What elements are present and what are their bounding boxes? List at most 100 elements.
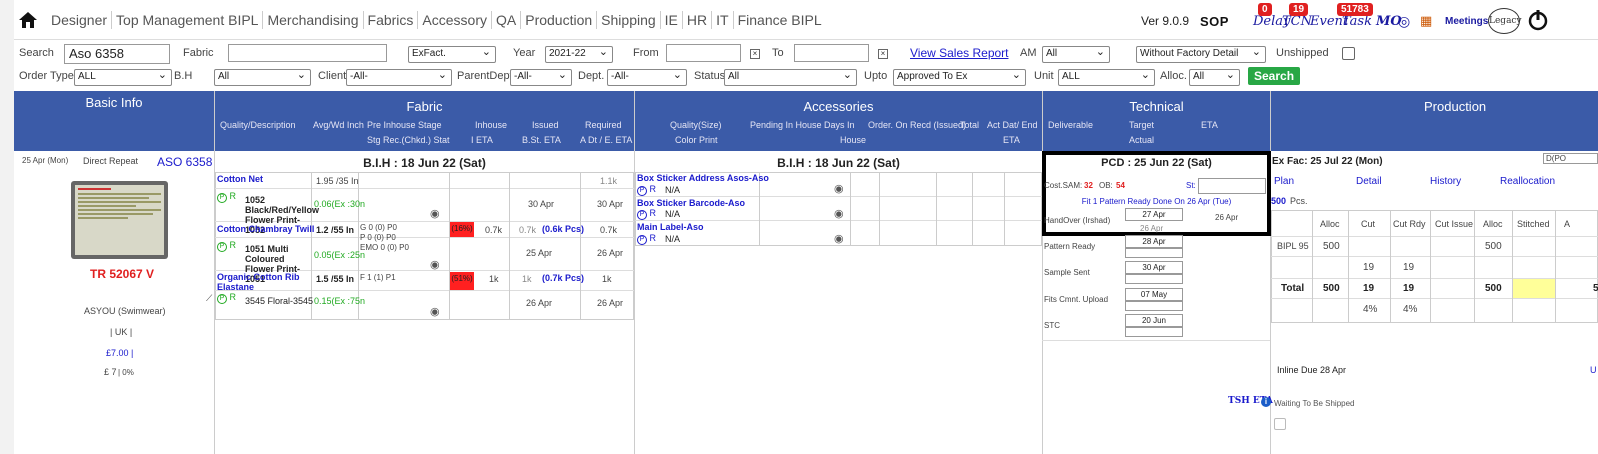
reallocation-link[interactable]: Reallocation [1500, 176, 1555, 187]
accessory-value: N/A [665, 234, 681, 244]
fabric-consumption: 0.05(Ex :25n [314, 250, 366, 260]
bh-label: B.H [174, 70, 193, 82]
tech-actual-input[interactable] [1125, 274, 1183, 284]
globe-icon[interactable]: ◎ [1398, 14, 1410, 30]
plan-link[interactable]: Plan [1274, 176, 1294, 187]
fabric-sub: Stg Rec.(Chkd.) Stat [367, 135, 450, 145]
nav-item-designer[interactable]: Designer [47, 11, 113, 29]
unit-label: Unit [1034, 70, 1054, 82]
style-thumbnail[interactable] [71, 181, 168, 259]
parent-dept-select[interactable]: -All- [510, 68, 572, 86]
tech-actual-input[interactable] [1125, 248, 1183, 258]
fabric-issued-eta: 30 Apr [528, 199, 555, 209]
fabric-name[interactable]: Cotton Chambray Twill [217, 224, 314, 234]
fabric-input[interactable] [228, 44, 387, 62]
legacy-button[interactable]: Legacy [1488, 8, 1522, 34]
nav-item-ie[interactable]: IE [661, 11, 683, 29]
task-link[interactable]: Task [1342, 14, 1372, 29]
tech-actual-input[interactable] [1125, 327, 1183, 337]
ob-label: OB: [1099, 181, 1113, 190]
factory-detail-select[interactable]: Without Factory Detail [1136, 45, 1266, 63]
tr-number: TR 52067 V [90, 267, 155, 281]
nav-item-finance[interactable]: Finance BIPL [734, 11, 826, 29]
view-eye-icon[interactable]: ◉ [834, 232, 844, 245]
tech-deliverable: Fits Cmnt. Upload [1044, 295, 1109, 304]
info-icon[interactable]: i [1261, 397, 1271, 407]
view-eye-icon[interactable]: ◉ [834, 182, 844, 195]
unshipped-checkbox[interactable] [1342, 47, 1355, 60]
detail-link[interactable]: Detail [1356, 176, 1382, 187]
bh-select[interactable]: All [214, 68, 311, 86]
home-icon[interactable] [18, 10, 38, 30]
price-percent: | 0% [118, 368, 134, 377]
tech-actual-input[interactable] [1125, 301, 1183, 311]
fabric-name[interactable]: Organic Cotton Rib Elastane [217, 272, 313, 292]
accessory-value: N/A [665, 185, 681, 195]
order-type-select[interactable]: ALL [74, 68, 172, 86]
st-input[interactable] [1198, 178, 1266, 194]
alloc-select[interactable]: All [1189, 68, 1240, 86]
nav-item-qa[interactable]: QA [492, 11, 522, 29]
to-date-input[interactable] [794, 44, 869, 62]
view-sales-report-link[interactable]: View Sales Report [910, 46, 1009, 60]
sop-link[interactable]: SOP [1200, 14, 1229, 29]
waiting-checkbox[interactable] [1274, 418, 1286, 430]
nav-item-accessory[interactable]: Accessory [418, 11, 492, 29]
nav-item-top-management[interactable]: Top Management BIPL [112, 11, 264, 29]
to-clear-icon[interactable]: × [878, 49, 888, 59]
from-clear-icon[interactable]: × [750, 49, 760, 59]
tech-sub: Actual [1129, 135, 1155, 145]
am-select[interactable]: All [1042, 45, 1110, 63]
book-icon[interactable]: ▦ [1420, 14, 1432, 29]
fabric-issued-pcs: (0.6k Pcs) [542, 224, 585, 234]
unshipped-label: Unshipped [1276, 47, 1329, 59]
tech-target: 20 Jun [1125, 314, 1183, 327]
client-select[interactable]: -All- [346, 68, 452, 86]
accessory-name[interactable]: Box Sticker Address Asos-Aso [637, 173, 769, 183]
year-label: Year [513, 47, 536, 59]
repeat-type: Direct Repeat [83, 156, 139, 166]
accessory-name[interactable]: Box Sticker Barcode-Aso [637, 198, 745, 208]
total-alloc: 500 [1323, 283, 1340, 294]
nav-item-hr[interactable]: HR [683, 11, 713, 29]
unit-select[interactable]: ALL [1058, 68, 1155, 86]
status-select[interactable]: All [724, 68, 857, 86]
nav-item-merchandising[interactable]: Merchandising [263, 11, 364, 29]
view-eye-icon[interactable]: ◉ [430, 207, 440, 220]
search-button[interactable]: Search [1248, 67, 1301, 85]
nav-item-production[interactable]: Production [521, 11, 598, 29]
country: | UK | [110, 327, 133, 337]
pcs-count: 500 [1271, 196, 1287, 206]
meetings-link[interactable]: Meetings [1445, 16, 1488, 27]
fit-status: Fit 1 Pattern Ready Done On 26 Apr (Tue) [1081, 197, 1232, 206]
upto-label: Upto [864, 70, 888, 82]
view-eye-icon[interactable]: ◉ [430, 305, 440, 318]
fabric-name[interactable]: Cotton Net [217, 174, 263, 184]
delay-badge: 0 [1258, 3, 1272, 16]
tcn-link[interactable]: TCN [1282, 14, 1312, 29]
history-link[interactable]: History [1430, 176, 1461, 187]
exfact-select[interactable]: ExFact. [408, 45, 496, 63]
dept-select[interactable]: -All- [607, 68, 687, 86]
client-label: Client [318, 70, 347, 82]
dpo-field[interactable]: D(PO [1543, 153, 1598, 164]
fabric-req-eta: 26 Apr [597, 298, 624, 308]
nav-item-fabrics[interactable]: Fabrics [364, 11, 419, 29]
resize-handle-icon[interactable]: ⟋ [206, 293, 212, 304]
production-title: Production [1424, 99, 1487, 114]
nav-item-it[interactable]: IT [712, 11, 734, 29]
power-icon[interactable] [1526, 8, 1550, 32]
to-label: To [772, 47, 784, 59]
fabric-stage: F 1 (1) P1 [360, 273, 396, 282]
fabric-inhouse-pct: (16%) [450, 222, 474, 237]
nav-item-shipping[interactable]: Shipping [597, 11, 661, 29]
year-select[interactable]: 2021-22 [545, 45, 613, 63]
view-eye-icon[interactable]: ◉ [834, 207, 844, 220]
style-number[interactable]: ASO 6358 [157, 155, 212, 169]
prod-u-link[interactable]: U [1590, 365, 1597, 375]
upto-select[interactable]: Approved To Ex [893, 68, 1026, 86]
search-input[interactable]: Aso 6358 [64, 44, 170, 64]
accessory-name[interactable]: Main Label-Aso [637, 222, 704, 232]
view-eye-icon[interactable]: ◉ [430, 258, 440, 271]
from-date-input[interactable] [666, 44, 741, 62]
